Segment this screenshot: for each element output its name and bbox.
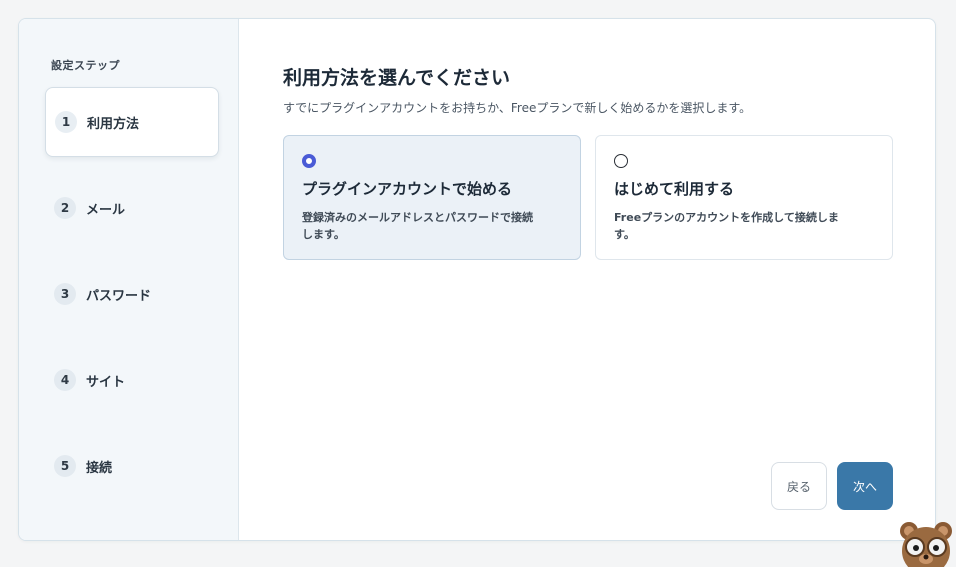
step-number: 5 [54, 455, 76, 477]
setup-wizard-panel: 設定ステップ 1 利用方法 2 メール 3 パスワード 4 サイト 5 接続 利… [18, 18, 936, 541]
step-label: 接続 [86, 460, 113, 476]
back-button[interactable]: 戻る [771, 462, 827, 510]
next-button[interactable]: 次へ [837, 462, 893, 510]
step-label: メール [86, 202, 126, 218]
step-number: 2 [54, 197, 76, 219]
option-title: プラグインアカウントで始める [302, 180, 513, 198]
sidebar-title: 設定ステップ [51, 59, 120, 72]
step-item-email[interactable]: 2 メール [45, 173, 219, 243]
option-card-existing-account[interactable]: プラグインアカウントで始める 登録済みのメールアドレスとパスワードで接続します。 [283, 135, 581, 260]
option-description: 登録済みのメールアドレスとパスワードで接続します。 [302, 211, 533, 241]
step-number: 3 [54, 283, 76, 305]
radio-unchecked-icon[interactable] [614, 154, 628, 168]
step-item-connect[interactable]: 5 接続 [45, 431, 219, 501]
step-label: サイト [86, 374, 126, 390]
page-subtitle: すでにプラグインアカウントをお持ちか、Freeプランで新しく始めるかを選択します… [283, 101, 752, 115]
radio-checked-icon[interactable] [302, 154, 316, 168]
step-item-site[interactable]: 4 サイト [45, 345, 219, 415]
step-item-password[interactable]: 3 パスワード [45, 259, 219, 329]
main-content: 利用方法を選んでください すでにプラグインアカウントをお持ちか、Freeプランで… [239, 19, 935, 540]
bear-mascot-icon[interactable] [893, 517, 956, 567]
step-label: パスワード [86, 288, 152, 304]
step-item-usage[interactable]: 1 利用方法 [45, 87, 219, 157]
step-number: 4 [54, 369, 76, 391]
option-description: Freeプランのアカウントを作成して接続します。 [614, 211, 839, 241]
page-title: 利用方法を選んでください [283, 67, 511, 89]
step-label: 利用方法 [87, 116, 140, 132]
step-number: 1 [55, 111, 77, 133]
option-card-new-user[interactable]: はじめて利用する Freeプランのアカウントを作成して接続します。 [595, 135, 893, 260]
steps-sidebar: 設定ステップ 1 利用方法 2 メール 3 パスワード 4 サイト 5 接続 [19, 19, 239, 540]
option-title: はじめて利用する [614, 180, 735, 198]
